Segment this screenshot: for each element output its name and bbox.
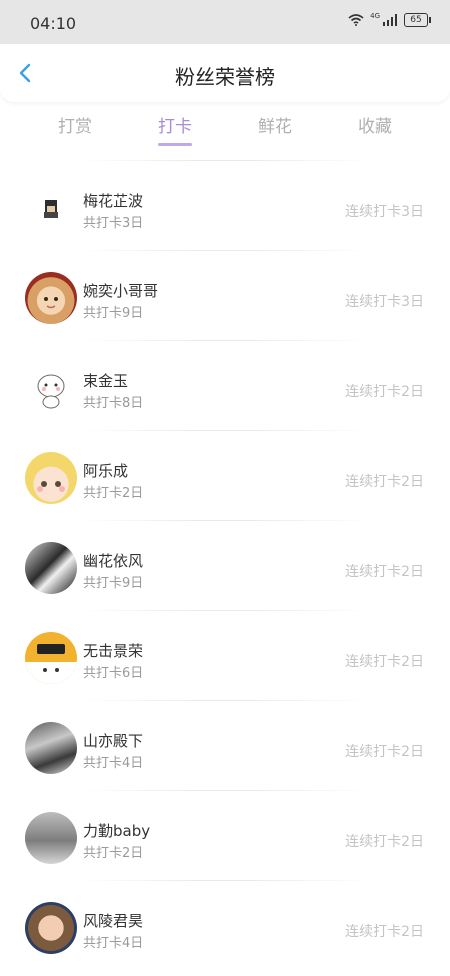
user-name: 风陵君昊 <box>83 912 144 930</box>
list-item[interactable]: 阿乐成 共打卡2日 连续打卡2日 <box>0 430 450 520</box>
divider <box>80 340 370 341</box>
checkin-total: 共打卡3日 <box>83 216 144 231</box>
avatar[interactable] <box>25 362 77 414</box>
checkin-streak: 连续打卡2日 <box>345 474 424 490</box>
user-name: 束金玉 <box>83 372 129 390</box>
divider <box>80 160 370 161</box>
network-type: 4G <box>370 12 380 20</box>
tab-checkin[interactable]: 打卡 <box>135 112 215 152</box>
avatar[interactable] <box>25 182 77 234</box>
checkin-total: 共打卡9日 <box>83 306 144 321</box>
user-name: 阿乐成 <box>83 462 129 480</box>
user-name: 婉奕小哥哥 <box>83 282 159 300</box>
avatar[interactable] <box>25 722 77 774</box>
checkin-total: 共打卡9日 <box>83 576 144 591</box>
checkin-streak: 连续打卡2日 <box>345 564 424 580</box>
status-bar: 04:10 4G 65 <box>0 0 450 44</box>
avatar[interactable] <box>25 542 77 594</box>
avatar[interactable] <box>25 632 77 684</box>
avatar[interactable] <box>25 452 77 504</box>
user-name: 无击景荣 <box>83 642 144 660</box>
checkin-total: 共打卡4日 <box>83 936 144 951</box>
checkin-streak: 连续打卡3日 <box>345 294 424 310</box>
wifi-icon <box>348 14 364 26</box>
battery-level: 65 <box>410 15 422 25</box>
list-item[interactable]: 梅花芷波 共打卡3日 连续打卡3日 <box>0 160 450 250</box>
list-item[interactable]: 束金玉 共打卡8日 连续打卡2日 <box>0 340 450 430</box>
divider <box>80 700 370 701</box>
status-icons: 4G 65 <box>348 12 431 27</box>
avatar[interactable] <box>25 812 77 864</box>
checkin-streak: 连续打卡2日 <box>345 834 424 850</box>
checkin-total: 共打卡6日 <box>83 666 144 681</box>
divider <box>80 790 370 791</box>
checkin-total: 共打卡2日 <box>83 486 144 501</box>
divider <box>80 880 370 881</box>
divider <box>80 430 370 431</box>
battery-icon: 65 <box>404 13 431 27</box>
list-item[interactable]: 幽花依风 共打卡9日 连续打卡2日 <box>0 520 450 610</box>
list-item[interactable]: 力勤baby 共打卡2日 连续打卡2日 <box>0 790 450 880</box>
tab-reward[interactable]: 打赏 <box>35 112 115 152</box>
checkin-total: 共打卡8日 <box>83 396 144 411</box>
list-item[interactable]: 无击景荣 共打卡6日 连续打卡2日 <box>0 610 450 700</box>
avatar[interactable] <box>25 272 77 324</box>
header: 粉丝荣誉榜 <box>0 44 450 102</box>
tab-favorites[interactable]: 收藏 <box>335 112 415 152</box>
fan-list: 梅花芷波 共打卡3日 连续打卡3日 婉奕小哥哥 共打卡9日 连续打卡3日 束金玉… <box>0 160 450 970</box>
list-item[interactable]: 婉奕小哥哥 共打卡9日 连续打卡3日 <box>0 250 450 340</box>
list-item[interactable]: 山亦殿下 共打卡4日 连续打卡2日 <box>0 700 450 790</box>
user-name: 力勤baby <box>83 822 151 840</box>
checkin-streak: 连续打卡2日 <box>345 384 424 400</box>
user-name: 山亦殿下 <box>83 732 144 750</box>
checkin-total: 共打卡4日 <box>83 756 144 771</box>
user-name: 幽花依风 <box>83 552 144 570</box>
checkin-streak: 连续打卡2日 <box>345 744 424 760</box>
checkin-streak: 连续打卡3日 <box>345 204 424 220</box>
status-time: 04:10 <box>30 14 77 33</box>
signal-icon <box>383 14 397 26</box>
divider <box>80 610 370 611</box>
checkin-total: 共打卡2日 <box>83 846 144 861</box>
checkin-streak: 连续打卡2日 <box>345 654 424 670</box>
avatar[interactable] <box>25 902 77 954</box>
tab-flowers[interactable]: 鲜花 <box>235 112 315 152</box>
divider <box>80 250 370 251</box>
user-name: 梅花芷波 <box>83 192 144 210</box>
checkin-streak: 连续打卡2日 <box>345 924 424 940</box>
tab-bar: 打赏 打卡 鲜花 收藏 <box>0 112 450 152</box>
divider <box>80 520 370 521</box>
page-title: 粉丝荣誉榜 <box>175 65 275 89</box>
list-item[interactable]: 风陵君昊 共打卡4日 连续打卡2日 <box>0 880 450 970</box>
